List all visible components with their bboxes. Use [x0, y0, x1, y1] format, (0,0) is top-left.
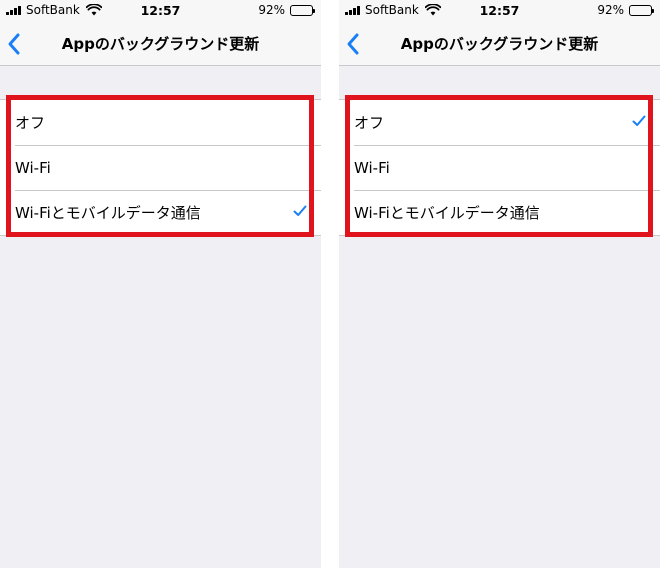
battery-icon: [629, 4, 654, 16]
option-wifi[interactable]: Wi-Fi: [0, 145, 321, 190]
battery-percent: 92%: [258, 3, 285, 17]
options-list: オフ Wi-Fi Wi-Fiとモバイルデータ通信: [0, 99, 321, 236]
checkmark-icon: [632, 115, 646, 126]
battery-status: 92%: [258, 3, 315, 17]
page-title: Appのバックグラウンド更新: [400, 35, 599, 53]
option-off[interactable]: オフ: [0, 100, 321, 145]
page-title: Appのバックグラウンド更新: [61, 35, 260, 53]
battery-status: 92%: [597, 3, 654, 17]
option-off[interactable]: オフ: [339, 100, 660, 145]
option-label: オフ: [15, 114, 46, 132]
navigation-bar: Appのバックグラウンド更新: [0, 22, 321, 66]
options-list: オフ Wi-Fi Wi-Fiとモバイルデータ通信: [339, 99, 660, 236]
option-wifi-cellular[interactable]: Wi-Fiとモバイルデータ通信: [0, 190, 321, 235]
option-wifi[interactable]: Wi-Fi: [339, 145, 660, 190]
option-label: Wi-Fiとモバイルデータ通信: [354, 204, 540, 222]
comparison-stage: SoftBank 12:57 92% Appのバックグラウンド更新 オフ Wi-…: [0, 0, 662, 568]
phone-screen-left: SoftBank 12:57 92% Appのバックグラウンド更新 オフ Wi-…: [0, 0, 321, 568]
option-label: Wi-Fiとモバイルデータ通信: [15, 204, 201, 222]
option-wifi-cellular[interactable]: Wi-Fiとモバイルデータ通信: [339, 190, 660, 235]
phone-screen-right: SoftBank 12:57 92% Appのバックグラウンド更新 オフ Wi-…: [339, 0, 660, 568]
battery-percent: 92%: [597, 3, 624, 17]
battery-icon: [290, 4, 315, 16]
option-label: Wi-Fi: [354, 158, 390, 177]
status-bar: SoftBank 12:57 92%: [0, 0, 321, 22]
option-label: オフ: [354, 114, 385, 132]
option-label: Wi-Fi: [15, 158, 51, 177]
checkmark-icon: [293, 205, 307, 216]
status-bar: SoftBank 12:57 92%: [339, 0, 660, 22]
navigation-bar: Appのバックグラウンド更新: [339, 22, 660, 66]
